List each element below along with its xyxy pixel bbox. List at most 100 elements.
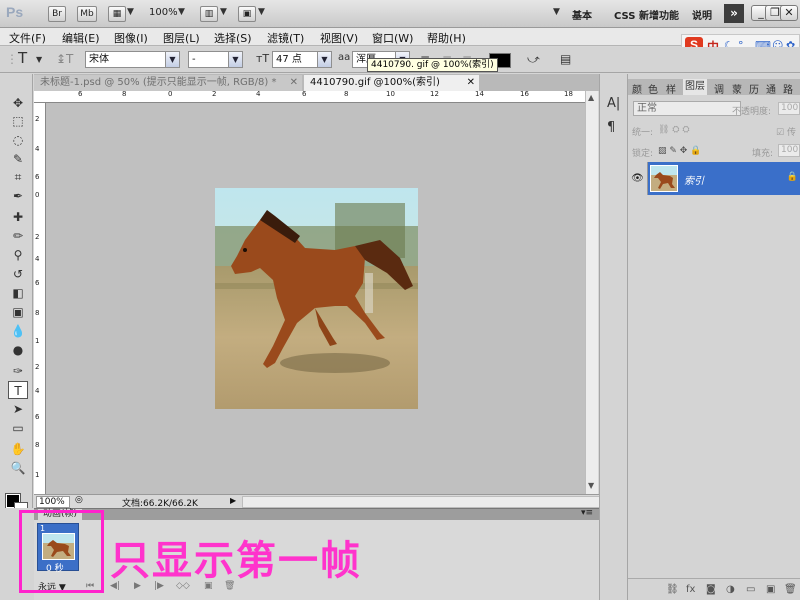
layer-row[interactable]: 👁 索引 🔒 [628, 162, 800, 195]
menu-file[interactable]: 文件(F) [9, 30, 46, 46]
new-group-icon[interactable]: ▭ [746, 584, 755, 595]
quick-selection-tool-icon[interactable]: ✎ [8, 150, 28, 168]
tab-document-psd[interactable]: 未标题-1.psd @ 50% (提示只能显示一帧, RGB/8) * ✕ [34, 75, 302, 91]
panel-menu-icon[interactable]: ▾≡ [581, 508, 593, 518]
menu-window[interactable]: 窗口(W) [372, 30, 413, 46]
font-size-select[interactable]: 47 点 ▼ [272, 51, 332, 68]
eye-icon[interactable]: 👁 [628, 162, 648, 195]
bridge-button[interactable]: Br [48, 6, 66, 22]
font-style-select[interactable]: - ▼ [188, 51, 243, 68]
character-panel-icon[interactable]: A| [607, 96, 620, 111]
workspace-dropdown-icon[interactable]: ▼ [553, 7, 560, 17]
menu-layer[interactable]: 图层(L) [163, 30, 200, 46]
zoom-dropdown-icon[interactable]: ▼ [178, 7, 185, 17]
link-layers-icon[interactable]: ⛓ [666, 584, 679, 595]
history-brush-tool-icon[interactable]: ↺ [8, 265, 28, 283]
status-info-icon[interactable]: ◎ [75, 495, 83, 505]
tab-masks[interactable]: 蒙 [732, 81, 742, 96]
close-button[interactable]: ✕ [780, 5, 798, 21]
horse-image[interactable] [215, 188, 418, 409]
menu-image[interactable]: 图像(I) [114, 30, 148, 46]
tab-swatches[interactable]: 色 [648, 81, 658, 96]
menu-view[interactable]: 视图(V) [320, 30, 358, 46]
tab-adjustments[interactable]: 调 [714, 81, 724, 96]
eraser-tool-icon[interactable]: ◧ [8, 284, 28, 302]
layer-style-icon[interactable]: fx [686, 584, 695, 595]
horizontal-ruler[interactable]: 6 8 0 2 4 6 8 10 12 14 16 18 [34, 91, 585, 103]
path-selection-tool-icon[interactable]: ➤ [8, 400, 28, 418]
zoom-tool-icon[interactable]: 🔍 [8, 459, 28, 477]
character-panel-icon[interactable]: ▤ [560, 52, 571, 66]
crop-tool-icon[interactable]: ⌗ [8, 168, 28, 186]
hand-tool-icon[interactable]: ✋ [8, 440, 28, 458]
adjustment-layer-icon[interactable]: ◑ [726, 584, 735, 595]
type-tool-preset-icon[interactable]: T [18, 49, 27, 67]
gradient-tool-icon[interactable]: ▣ [8, 303, 28, 321]
text-orientation-icon[interactable]: ↨T [56, 52, 73, 66]
scroll-up-icon[interactable]: ▲ [588, 93, 594, 102]
workspace-css-new[interactable]: CSS 新增功能 [614, 7, 679, 22]
eyedropper-tool-icon[interactable]: ✒ [8, 187, 28, 205]
tab-color[interactable]: 颜 [632, 81, 642, 96]
unify-icons[interactable]: ⛓ ⛭ ⛭ [658, 125, 690, 135]
new-layer-icon[interactable]: ▣ [766, 584, 775, 595]
horizontal-scrollbar[interactable] [242, 496, 617, 508]
delete-layer-icon[interactable]: 🗑 [784, 584, 797, 595]
workspace-essentials[interactable]: 基本 [572, 7, 592, 22]
pen-tool-icon[interactable]: ✑ [8, 362, 28, 380]
scroll-down-icon[interactable]: ▼ [588, 481, 594, 490]
layer-mask-icon[interactable]: ◙ [706, 584, 716, 595]
warp-text-icon[interactable]: ⤻ [527, 52, 540, 67]
type-tool-icon[interactable]: T [8, 381, 28, 399]
paragraph-panel-icon[interactable]: ¶ [607, 120, 615, 135]
propagate-checkbox[interactable]: ☑ 传 [776, 125, 796, 138]
healing-brush-tool-icon[interactable]: ✚ [8, 208, 28, 226]
fill-field[interactable]: 100 [778, 144, 800, 157]
grip-icon: ⋮ [6, 52, 18, 66]
arrange-documents-icon[interactable]: ▥ [200, 6, 218, 22]
clone-stamp-tool-icon[interactable]: ⚲ [8, 246, 28, 264]
close-icon[interactable]: ✕ [290, 75, 298, 90]
tab-paths[interactable]: 路 [783, 81, 793, 96]
vertical-scrollbar[interactable]: ▲ ▼ [585, 91, 598, 494]
view-extras-icon[interactable]: ▦ [108, 6, 126, 22]
shape-tool-icon[interactable]: ▭ [8, 419, 28, 437]
menu-select[interactable]: 选择(S) [214, 30, 252, 46]
workspace-help[interactable]: 说明 [692, 7, 712, 22]
lasso-tool-icon[interactable]: ◌ [8, 131, 28, 149]
blur-tool-icon[interactable]: 💧 [8, 322, 28, 340]
ruler-label: 8 [122, 91, 127, 98]
marquee-tool-icon[interactable]: ⬚ [8, 112, 28, 130]
tab-channels[interactable]: 通 [766, 81, 776, 96]
ruler-label: 4 [256, 91, 261, 98]
ruler-label: 16 [520, 91, 529, 98]
blend-mode-select[interactable]: 正常 [633, 101, 741, 116]
opacity-field[interactable]: 100 [778, 102, 800, 115]
menu-filter[interactable]: 滤镜(T) [267, 30, 304, 46]
brush-tool-icon[interactable]: ✏ [8, 227, 28, 245]
dodge-tool-icon[interactable]: ● [8, 341, 28, 359]
screen-mode-dropdown-icon[interactable]: ▼ [258, 7, 265, 17]
arrange-dropdown-icon[interactable]: ▼ [220, 7, 227, 17]
close-icon[interactable]: ✕ [467, 75, 475, 90]
view-extras-dropdown-icon[interactable]: ▼ [127, 7, 134, 17]
preset-dropdown-icon[interactable]: ▼ [36, 55, 42, 64]
tab-history[interactable]: 历 [749, 81, 759, 96]
zoom-level-dropdown[interactable]: 100% [149, 7, 178, 18]
menu-edit[interactable]: 编辑(E) [62, 30, 100, 46]
move-tool-icon[interactable]: ✥ [8, 94, 28, 112]
workspace-more-icon[interactable]: » [724, 4, 744, 23]
screen-mode-icon[interactable]: ▣ [238, 6, 256, 22]
status-menu-icon[interactable]: ▶ [230, 496, 236, 505]
tab-styles[interactable]: 样 [666, 81, 676, 96]
tab-layers[interactable]: 图层 [683, 79, 707, 95]
vertical-ruler[interactable]: 2 4 6 0 2 4 6 8 1 2 4 6 8 1 [34, 103, 46, 494]
mini-bridge-button[interactable]: Mb [77, 6, 97, 22]
menu-help[interactable]: 帮助(H) [427, 30, 466, 46]
lock-icons[interactable]: ▧ ✎ ✥ 🔒 [658, 146, 701, 156]
font-family-select[interactable]: 宋体 ▼ [85, 51, 180, 68]
tab-document-gif[interactable]: 4410790.gif @100%(索引) ✕ [304, 75, 479, 91]
lock-label: 锁定: [632, 149, 654, 159]
zoom-field[interactable]: 100% [36, 496, 70, 508]
layer-name[interactable]: 索引 [684, 172, 704, 187]
